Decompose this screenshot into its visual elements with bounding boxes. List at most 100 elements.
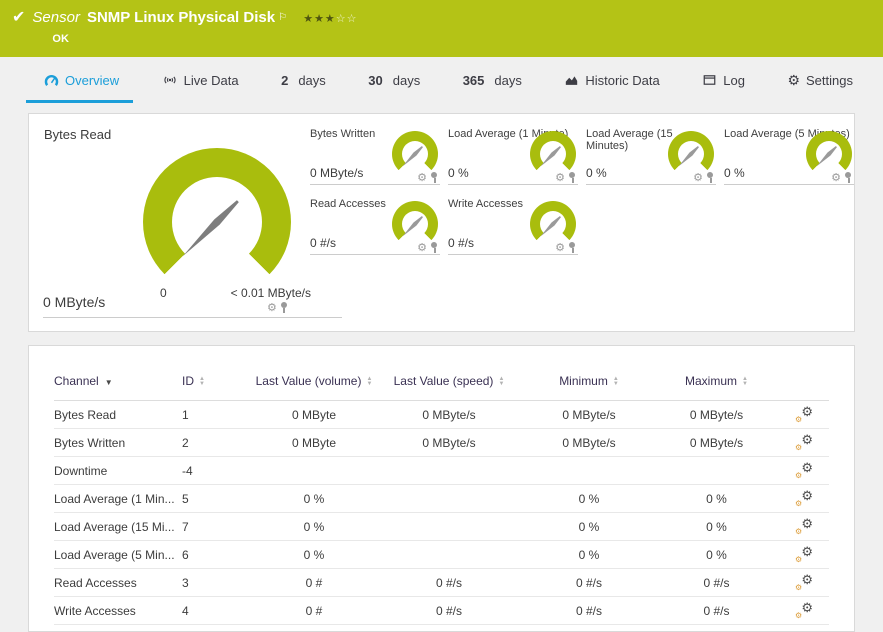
gear-icon: ⚙ [801,543,813,559]
flag-icon[interactable]: ⚐ [278,12,287,23]
channel-settings-icon[interactable]: ⚙ ⚙ [795,432,813,452]
channel-maximum: 0 % [706,547,727,562]
mini-gauge-value: 0 MByte/s [310,166,364,180]
channel-gear-icon[interactable]: ⚙ [831,172,841,184]
channel-maximum: 0 % [706,491,727,506]
mini-gauges-grid: Bytes Written 0 MByte/s ⚙ Load Average (… [310,128,854,255]
channel-id: 3 [182,575,189,590]
channel-last-value-speed: 0 #/s [435,603,462,618]
channel-last-value-speed [374,513,524,541]
channel-row: Load Average (1 Min... 5 0 % 0 % 0 % ⚙ ⚙ [54,485,829,513]
tab-overview[interactable]: Overview [25,57,134,103]
gauge-write-accesses: Write Accesses 0 #/s ⚙ [448,198,578,255]
channel-gear-icon[interactable]: ⚙ [267,302,277,314]
small-gear-icon: ⚙ [795,554,803,564]
mini-gauge-value: 0 % [448,166,469,180]
mini-gauge-dial [530,201,576,247]
mini-gauge-dial [392,201,438,247]
channel-settings-icon[interactable]: ⚙ ⚙ [795,571,813,592]
sort-icon: ▲ ▼ [366,375,373,387]
channel-settings-icon[interactable]: ⚙ ⚙ [795,600,813,620]
channel-row: Bytes Written 2 0 MByte 0 MByte/s 0 MByt… [54,429,829,457]
channel-row: Read Accesses 3 0 # 0 #/s 0 #/s 0 #/s ⚙ … [54,569,829,597]
channel-table: Channel ▼ ID ▲ ▼ Last Value (volume) ▲ ▼ Last… [54,366,829,625]
gauge-icon [44,74,59,86]
gauge-scale-min: 0 [160,286,167,300]
sort-desc-icon: ▼ [104,378,113,387]
tab-2-days[interactable]: 2 days [281,57,326,103]
channel-minimum: 0 #/s [575,575,602,590]
gear-icon: ⚙ [787,72,800,88]
tab-number: 365 [462,72,485,88]
channel-last-value-speed [374,457,524,485]
sort-icon: ▲ ▼ [742,375,748,387]
sensor-header: ✔ Sensor SNMP Linux Physical Disk ⚐ ★★★☆☆ … [0,0,883,57]
tab-30-days[interactable]: 30 days [368,57,420,103]
channel-row: Load Average (15 Mi... 7 0 % 0 % 0 % ⚙ ⚙ [54,513,829,541]
mini-gauge-value: 0 % [586,166,607,180]
tab-historic-data[interactable]: Historic Data [564,57,660,103]
col-header-last-value-volume[interactable]: Last Value (volume) ▲ ▼ [254,366,374,401]
tab-live-data[interactable]: Live Data [162,57,239,103]
tab-365-days[interactable]: 365 days [463,57,522,103]
channel-id: -4 [182,463,193,478]
primary-gauge-title: Bytes Read [44,127,112,142]
channel-maximum: 0 MByte/s [689,435,744,450]
mini-gauge-value: 0 % [724,166,745,180]
pin-icon[interactable] [568,172,576,184]
channel-row: Downtime -4 ⚙ ⚙ [54,457,829,485]
channel-gear-icon[interactable]: ⚙ [555,242,565,254]
pin-icon[interactable] [430,172,438,184]
gauge-read-accesses: Read Accesses 0 #/s ⚙ [310,198,440,255]
pin-icon[interactable] [430,242,438,254]
gear-icon: ⚙ [801,459,813,475]
channel-gear-icon[interactable]: ⚙ [417,172,427,184]
gear-icon: ⚙ [801,571,813,587]
channel-id: 2 [182,435,189,450]
gear-icon: ⚙ [801,487,813,503]
stars-filled: ★★★ [303,13,336,25]
col-header-last-value-speed[interactable]: Last Value (speed) ▲ ▼ [374,366,524,401]
mini-gauge-dial [530,131,576,177]
tab-settings[interactable]: ⚙ Settings [787,57,853,103]
priority-stars[interactable]: ★★★☆☆ [303,13,357,25]
channel-settings-icon[interactable]: ⚙ ⚙ [795,487,813,508]
col-header-maximum[interactable]: Maximum ▲ ▼ [654,366,779,401]
sensor-title: SNMP Linux Physical Disk [86,9,276,26]
channel-gear-icon[interactable]: ⚙ [693,172,703,184]
channel-maximum: 0 #/s [703,575,730,590]
col-header-channel[interactable]: Channel ▼ [54,366,182,401]
divider [43,317,342,318]
pin-icon[interactable] [706,172,714,184]
channel-last-value-volume: 0 # [305,603,323,618]
sort-icon: ▲ ▼ [199,375,205,387]
pin-icon[interactable] [844,172,852,184]
gauges-panel: Bytes Read 0 < 0.01 MByte/s 0 MByte/s ⚙ … [28,113,855,332]
channel-settings-icon[interactable]: ⚙ ⚙ [795,459,813,480]
tab-bar: Overview Live Data 2 days 30 days 365 da… [0,57,883,103]
channel-gear-icon[interactable]: ⚙ [555,172,565,184]
channel-last-value-speed: 0 #/s [435,575,462,590]
small-gear-icon: ⚙ [795,442,803,452]
channel-name: Bytes Read [54,407,117,422]
col-header-id[interactable]: ID ▲ ▼ [182,366,254,401]
channel-settings-icon[interactable]: ⚙ ⚙ [795,516,813,536]
channel-id: 1 [182,407,189,422]
primary-gauge-value: 0 MByte/s [43,294,106,310]
pin-icon[interactable] [280,302,288,314]
mini-gauge-dial [806,131,852,177]
tab-label: Overview [65,72,120,88]
tab-log[interactable]: Log [702,57,745,103]
channel-last-value-volume [254,457,374,485]
status-ok-check-icon: ✔ [12,9,26,26]
channel-settings-icon[interactable]: ⚙ ⚙ [795,543,813,564]
channel-gear-icon[interactable]: ⚙ [417,242,427,254]
pin-icon[interactable] [568,242,576,254]
channel-settings-icon[interactable]: ⚙ ⚙ [795,403,813,424]
channel-minimum: 0 % [578,547,600,562]
gear-icon: ⚙ [801,403,813,419]
prtg-sensor-page: ✔ Sensor SNMP Linux Physical Disk ⚐ ★★★☆☆ … [0,0,883,632]
col-header-minimum[interactable]: Minimum ▲ ▼ [524,366,654,401]
channel-last-value-volume: 0 # [305,575,323,590]
channel-maximum: 0 MByte/s [689,407,744,422]
